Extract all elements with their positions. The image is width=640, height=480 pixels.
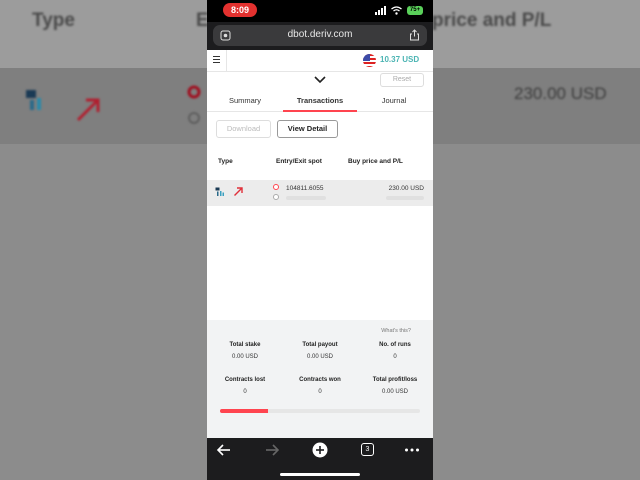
url-bar[interactable]: dbot.deriv.com	[213, 25, 427, 46]
tab-count: 3	[361, 443, 374, 456]
status-icons: 75+	[375, 5, 423, 15]
tab-summary[interactable]: Summary	[215, 96, 275, 105]
bg-contract-type-icon	[26, 90, 41, 110]
exit-spot-placeholder	[286, 196, 326, 200]
stat-label: Total payout	[302, 342, 338, 348]
usd-flag-icon[interactable]	[363, 54, 376, 67]
contract-type-icon	[215, 187, 224, 196]
panel-toggle-row: Reset	[207, 72, 433, 88]
reset-button[interactable]: Reset	[380, 73, 424, 87]
profit-loss-placeholder	[386, 196, 424, 200]
whats-this-link[interactable]: What's this?	[381, 328, 411, 334]
stat-value: 0.00 USD	[306, 354, 333, 360]
view-detail-button[interactable]: View Detail	[277, 120, 338, 138]
active-tab-indicator	[283, 110, 357, 112]
chevron-down-icon[interactable]	[313, 75, 327, 84]
stat-label: Contracts lost	[224, 377, 266, 383]
stat-value: 0	[243, 389, 247, 395]
column-header-entry-exit: Entry/Exit spot	[276, 158, 322, 165]
stat-total-profit-loss: Total profit/loss 0.00 USD	[357, 377, 433, 395]
wifi-icon	[391, 5, 402, 15]
exit-spot-marker-icon	[273, 194, 279, 200]
stat-value: 0	[318, 389, 322, 395]
app-header: 10.37 USD	[207, 50, 433, 72]
tab-journal[interactable]: Journal	[363, 96, 425, 105]
forward-arrow-icon[interactable]	[263, 442, 281, 458]
run-progress-fill	[220, 409, 268, 413]
tab-switcher-icon[interactable]: 3	[359, 442, 377, 458]
stat-contracts-lost: Contracts lost 0	[207, 377, 283, 395]
more-options-icon[interactable]	[403, 442, 421, 458]
browser-url-area: dbot.deriv.com	[207, 22, 433, 50]
bg-amount: 230.00 USD	[514, 84, 607, 103]
stats-panel: What's this? Total stake 0.00 USD Total …	[207, 320, 433, 438]
home-indicator	[280, 473, 360, 476]
tab-transactions[interactable]: Transactions	[283, 96, 357, 105]
stat-value: 0.00 USD	[231, 354, 258, 360]
menu-icon[interactable]	[213, 56, 221, 64]
stat-label: Total profit/loss	[372, 377, 418, 383]
stat-value: 0.00 USD	[381, 389, 408, 395]
table-row[interactable]: 104811.6055 230.00 USD	[207, 180, 433, 206]
bg-price-header: price and P/L	[432, 10, 552, 31]
status-bar: 8:09 75+	[207, 0, 433, 22]
bg-arrow-up-icon	[76, 98, 100, 122]
stat-label: Total stake	[229, 342, 261, 348]
entry-spot-value: 104811.6055	[286, 185, 324, 192]
stat-label: No. of runs	[379, 342, 411, 348]
url-text: dbot.deriv.com	[287, 29, 353, 40]
new-tab-plus-icon[interactable]	[311, 442, 329, 458]
signal-icon	[375, 5, 386, 15]
stat-no-of-runs: No. of runs 0	[357, 342, 433, 360]
stat-label: Contracts won	[299, 377, 341, 383]
stat-total-stake: Total stake 0.00 USD	[207, 342, 283, 360]
run-progress-bar	[220, 409, 420, 413]
account-balance[interactable]: 10.37 USD	[380, 55, 419, 64]
bg-entry-dots-icon	[187, 85, 201, 124]
buy-price-value: 230.00 USD	[388, 185, 424, 192]
arrow-up-right-icon	[234, 187, 243, 196]
panel-tabs: Summary Transactions Journal	[207, 90, 433, 112]
status-time: 8:09	[223, 3, 257, 17]
battery-icon: 75+	[407, 5, 423, 15]
phone-screen: 8:09 75+ dbot.deriv.com 10.37 USD Reset …	[207, 0, 433, 480]
share-icon[interactable]	[409, 29, 420, 41]
back-arrow-icon[interactable]	[215, 442, 233, 458]
entry-spot-marker-icon	[273, 184, 279, 190]
header-divider	[226, 50, 227, 72]
download-button[interactable]: Download	[216, 120, 271, 138]
bg-type-header: Type	[32, 10, 75, 31]
column-header-buy-price: Buy price and P/L	[348, 158, 403, 165]
browser-toolbar: 3	[207, 438, 433, 480]
stat-value: 0	[393, 354, 397, 360]
column-header-type: Type	[218, 158, 233, 165]
stat-total-payout: Total payout 0.00 USD	[282, 342, 358, 360]
stat-contracts-won: Contracts won 0	[282, 377, 358, 395]
